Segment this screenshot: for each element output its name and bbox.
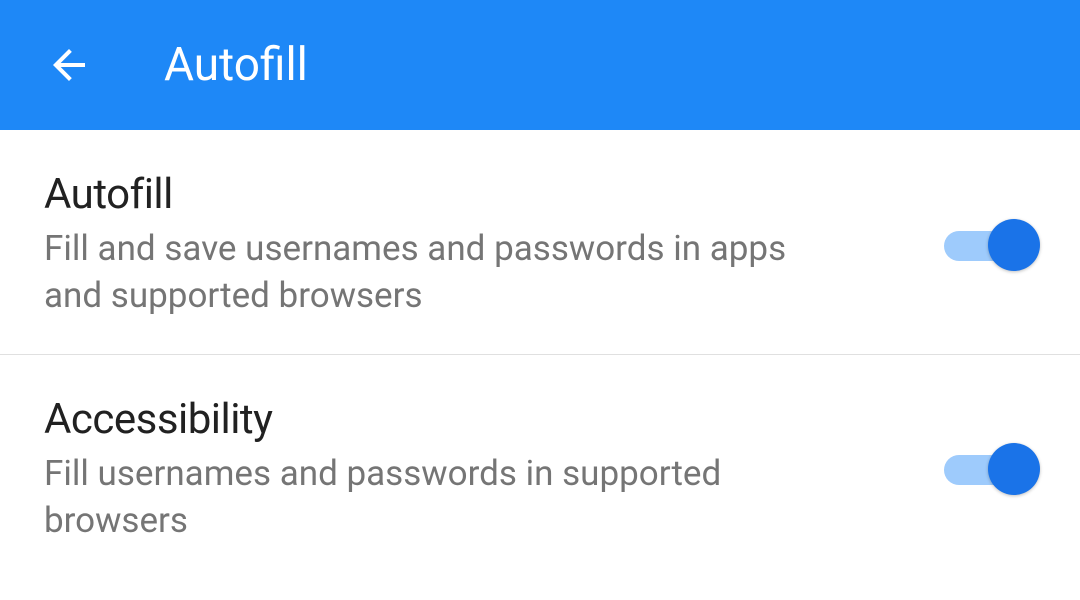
setting-row-autofill[interactable]: Autofill Fill and save usernames and pas… [0,130,1080,355]
setting-title: Accessibility [44,395,804,444]
page-title: Autofill [164,38,308,92]
setting-text: Accessibility Fill usernames and passwor… [44,395,844,545]
setting-description: Fill usernames and passwords in supporte… [44,450,804,545]
arrow-back-icon [45,41,93,89]
setting-text: Autofill Fill and save usernames and pas… [44,170,844,320]
app-bar: Autofill [0,0,1080,130]
setting-title: Autofill [44,170,804,219]
toggle-thumb [988,219,1040,271]
autofill-toggle[interactable] [944,219,1032,271]
toggle-thumb [988,443,1040,495]
setting-description: Fill and save usernames and passwords in… [44,225,804,320]
back-button[interactable] [44,40,94,90]
setting-row-accessibility[interactable]: Accessibility Fill usernames and passwor… [0,355,1080,579]
settings-list: Autofill Fill and save usernames and pas… [0,130,1080,578]
accessibility-toggle[interactable] [944,443,1032,495]
